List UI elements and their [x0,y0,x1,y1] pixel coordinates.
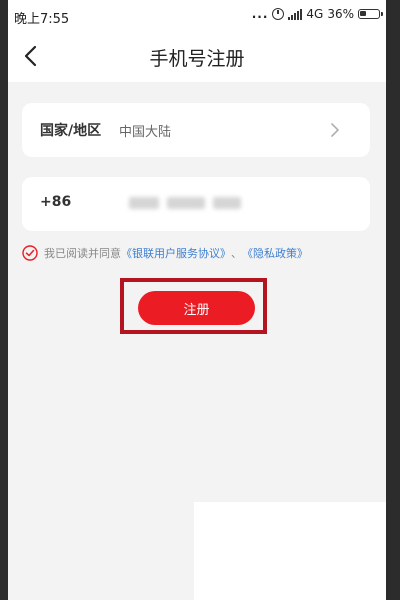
privacy-link[interactable]: 《隐私政策》 [242,245,308,261]
terms-link[interactable]: 《银联用户服务协议》 [121,245,231,261]
battery-icon [358,9,383,19]
phone-prefix: +86 [40,194,72,210]
phone-screen: 晚上7:55 ... 4G 36% 手机号注册 国家/地区 中国大陆 +86 我… [8,0,386,600]
check-circle-icon[interactable] [22,245,38,261]
phone-field: +86 [22,177,370,231]
country-value: 中国大陆 [119,125,172,140]
blurred-phone-number [129,197,241,209]
agreement-row: 我已阅读并同意 《银联用户服务协议》 、 《隐私政策》 [22,245,308,261]
network-type: 4G [306,7,324,21]
signal-icon [288,8,303,20]
status-icons: ... 4G 36% [251,7,383,21]
white-overlay-block [194,502,386,600]
agreement-separator: 、 [231,247,242,260]
nav-bar: 手机号注册 [8,30,386,82]
agreement-text: 我已阅读并同意 [44,247,121,260]
chevron-right-icon [331,123,339,137]
register-button[interactable]: 注册 [138,291,255,325]
status-bar: 晚上7:55 ... 4G 36% [8,0,386,30]
alarm-icon [272,8,285,20]
battery-percent: 36% [327,7,354,21]
page-title: 手机号注册 [149,48,245,70]
country-label: 国家/地区 [40,123,102,139]
country-selector[interactable]: 国家/地区 中国大陆 [22,103,370,157]
status-time: 晚上7:55 [14,12,70,27]
status-dots: ... [251,7,269,21]
